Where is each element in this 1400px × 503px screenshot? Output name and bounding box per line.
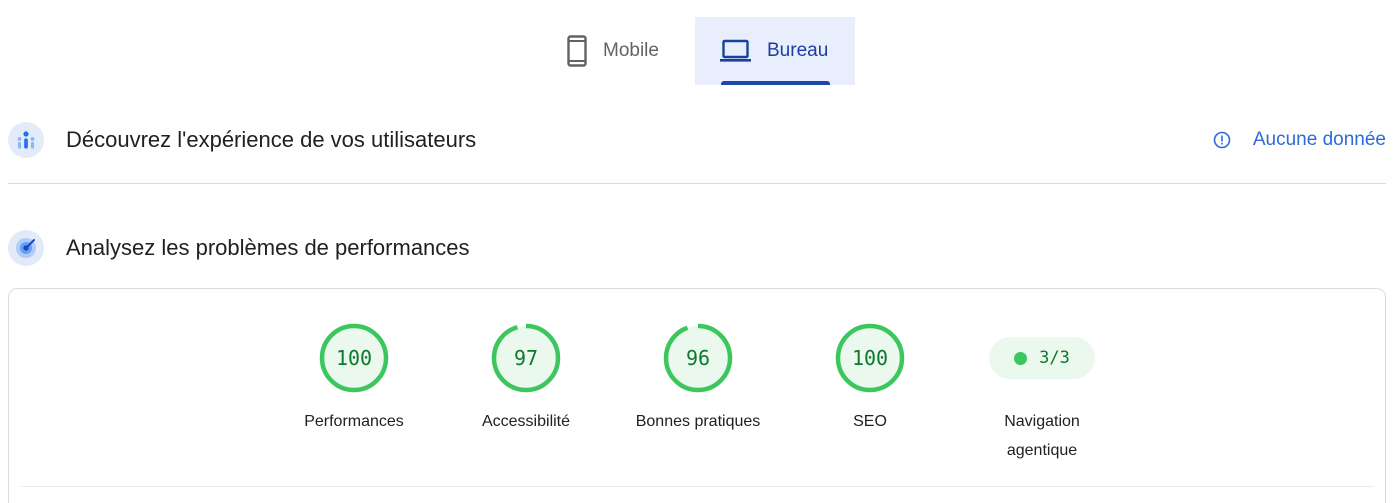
crux-title: Découvrez l'expérience de vos utilisateu… <box>66 127 477 152</box>
lighthouse-icon <box>8 230 44 266</box>
score-value: 100 <box>336 346 372 370</box>
agentic-label: Navigation agentique <box>972 407 1112 465</box>
tab-desktop[interactable]: Bureau <box>695 17 855 85</box>
tab-mobile-label: Mobile <box>603 40 659 61</box>
gauge-ring: 100 <box>835 323 905 393</box>
no-data-label: Aucune donnée <box>1252 129 1386 150</box>
gauge-seo[interactable]: 100 SEO <box>800 323 940 436</box>
device-tabs: Mobile Bureau <box>556 17 855 85</box>
score-label: SEO <box>853 413 887 430</box>
lighthouse-title: Analysez les problèmes de performances <box>66 235 470 260</box>
section-divider <box>8 183 1386 184</box>
laptop-icon <box>720 39 751 63</box>
lighthouse-section-header: Analysez les problèmes de performances <box>8 228 1386 268</box>
info-icon <box>1213 131 1231 149</box>
agentic-label-line2: agentique <box>1006 442 1078 459</box>
scores-card: 100 Performances 97 Accessibilité 96 Bon… <box>8 288 1386 503</box>
score-value: 96 <box>686 346 710 370</box>
gauge-ring: 97 <box>491 323 561 393</box>
no-data-status[interactable]: Aucune donnée <box>1213 129 1386 151</box>
card-divider <box>21 486 1373 487</box>
gauge-ring: 100 <box>319 323 389 393</box>
gauge-accessibility[interactable]: 97 Accessibilité <box>456 323 596 436</box>
score-label: Accessibilité <box>481 413 571 430</box>
selected-tab-indicator <box>721 81 830 85</box>
score-value: 100 <box>852 346 888 370</box>
crux-icon <box>8 122 44 158</box>
agentic-score-pill: 3/3 <box>989 337 1095 379</box>
tab-mobile[interactable]: Mobile <box>556 17 695 85</box>
pass-dot-icon <box>1014 351 1028 365</box>
agentic-label-line1: Navigation <box>1004 413 1080 430</box>
smartphone-icon <box>567 35 587 67</box>
score-label: Bonnes pratiques <box>635 413 761 430</box>
gauge-best-practices[interactable]: 96 Bonnes pratiques <box>628 323 768 436</box>
agentic-score: 3/3 <box>1039 348 1070 368</box>
tab-desktop-label: Bureau <box>767 40 829 61</box>
score-value: 97 <box>514 346 538 370</box>
crux-section-header: Découvrez l'expérience de vos utilisateu… <box>8 120 1386 160</box>
gauge-ring: 96 <box>663 323 733 393</box>
agentic-navigation[interactable]: 3/3 Navigation agentique <box>972 337 1112 465</box>
gauge-performance[interactable]: 100 Performances <box>284 323 424 436</box>
score-label: Performances <box>304 413 404 430</box>
